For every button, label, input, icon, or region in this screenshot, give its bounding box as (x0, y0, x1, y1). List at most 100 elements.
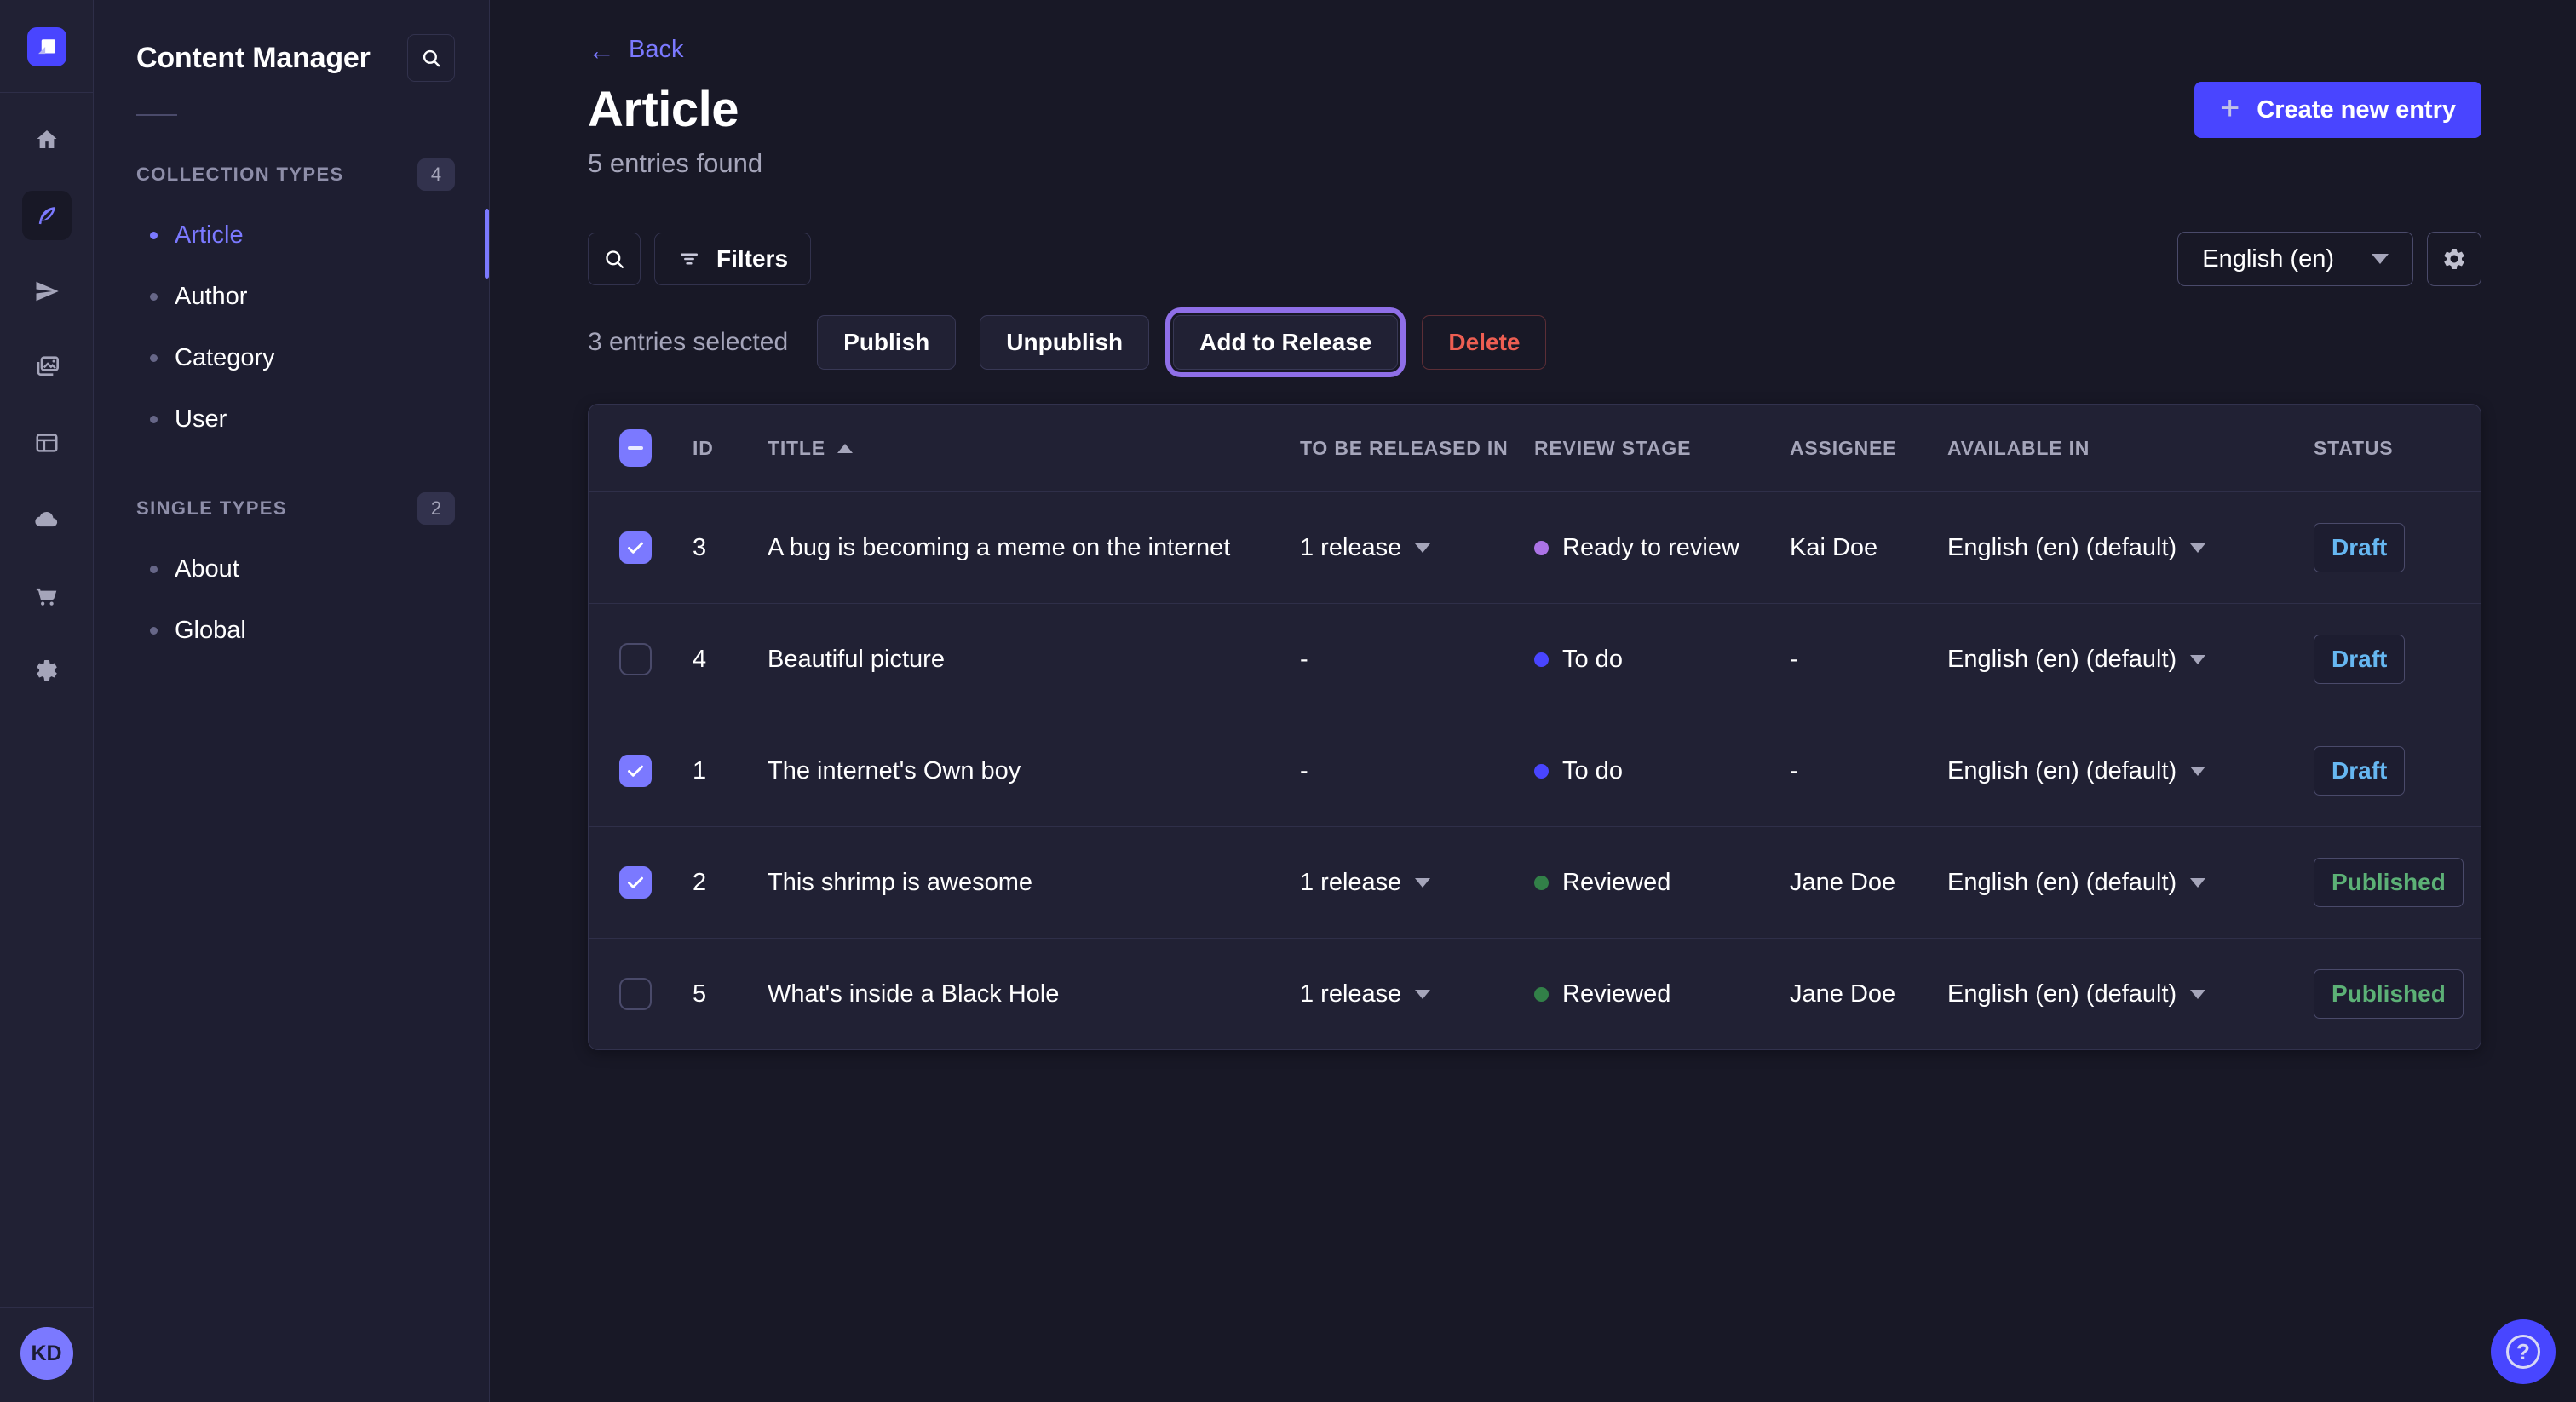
column-header-review[interactable]: Review stage (1534, 437, 1790, 460)
content-type-builder-icon[interactable] (22, 418, 72, 468)
view-settings-button[interactable] (2427, 232, 2481, 286)
status-badge: Published (2314, 969, 2464, 1019)
row-checkbox[interactable] (619, 643, 652, 675)
row-checkbox[interactable] (619, 755, 652, 787)
search-button[interactable] (588, 233, 641, 285)
logo-container (0, 0, 93, 93)
filters-label: Filters (716, 245, 788, 273)
section-count-badge: 2 (417, 492, 455, 525)
review-stage-dot (1534, 764, 1549, 779)
cell-release: - (1300, 646, 1534, 674)
nav-item-label: Author (175, 283, 247, 311)
review-stage-dot (1534, 541, 1549, 555)
selected-count-text: 3 entries selected (588, 328, 788, 357)
delete-button[interactable]: Delete (1422, 315, 1546, 370)
sidebar-item-author[interactable]: Author (94, 266, 489, 327)
question-mark-icon: ? (2506, 1335, 2540, 1369)
arrow-left-icon: ← (588, 37, 615, 64)
cell-title: What's inside a Black Hole (768, 980, 1300, 1008)
table-row[interactable]: 4 Beautiful picture - To do - English (e… (589, 603, 2481, 715)
cell-review-stage: Ready to review (1534, 534, 1790, 562)
table-row[interactable]: 5 What's inside a Black Hole 1 release R… (589, 938, 2481, 1049)
rail-footer: KD (0, 1307, 93, 1402)
column-header-title[interactable]: Title (768, 437, 1300, 460)
back-link[interactable]: ← Back (588, 36, 683, 64)
search-icon (602, 247, 626, 271)
row-checkbox[interactable] (619, 531, 652, 564)
strapi-logo-glyph (34, 34, 60, 60)
add-to-release-button[interactable]: Add to Release (1173, 315, 1398, 370)
single-types-section: Single Types 2 About Global (94, 492, 489, 661)
chevron-down-icon (1415, 990, 1430, 999)
chevron-down-icon (2190, 543, 2205, 553)
locale-select[interactable]: English (en) (2177, 232, 2413, 286)
cell-available-in[interactable]: English (en) (default) (1947, 869, 2314, 897)
cell-title: Beautiful picture (768, 646, 1300, 674)
cell-available-in[interactable]: English (en) (default) (1947, 757, 2314, 785)
cell-title: This shrimp is awesome (768, 869, 1300, 897)
column-header-available[interactable]: Available in (1947, 437, 2314, 460)
sidebar-item-article[interactable]: Article (94, 204, 489, 266)
cell-title: A bug is becoming a meme on the internet (768, 534, 1300, 562)
cell-id: 4 (693, 646, 768, 674)
review-stage-dot (1534, 652, 1549, 667)
sidebar-item-global[interactable]: Global (94, 600, 489, 661)
cell-release[interactable]: 1 release (1300, 980, 1534, 1008)
sidebar-item-category[interactable]: Category (94, 327, 489, 388)
rail-icon-list (22, 93, 72, 695)
toolbar: Filters English (en) (588, 232, 2481, 286)
column-header-status[interactable]: Status (2314, 437, 2450, 460)
create-button-label: Create new entry (2257, 96, 2456, 124)
collection-types-section: Collection Types 4 Article Author Catego… (94, 158, 489, 450)
sidebar-item-about[interactable]: About (94, 538, 489, 600)
settings-gear-icon[interactable] (22, 646, 72, 695)
cell-assignee: - (1790, 646, 1947, 674)
table-row[interactable]: 1 The internet's Own boy - To do - Engli… (589, 715, 2481, 826)
deploy-cloud-icon[interactable] (22, 494, 72, 543)
cell-id: 5 (693, 980, 768, 1008)
home-icon[interactable] (22, 115, 72, 164)
strapi-logo[interactable] (27, 27, 66, 66)
create-new-entry-button[interactable]: + Create new entry (2194, 82, 2481, 138)
row-checkbox[interactable] (619, 866, 652, 899)
cell-available-in[interactable]: English (en) (default) (1947, 646, 2314, 674)
cell-release[interactable]: 1 release (1300, 534, 1534, 562)
nav-item-label: Category (175, 344, 275, 372)
scroll-indicator[interactable] (485, 209, 489, 279)
check-icon (624, 760, 647, 782)
cell-available-in[interactable]: English (en) (default) (1947, 980, 2314, 1008)
status-badge: Draft (2314, 523, 2405, 572)
releases-icon[interactable] (22, 267, 72, 316)
bullet-icon (150, 627, 158, 635)
bullet-icon (150, 566, 158, 573)
subnav-search-button[interactable] (407, 34, 455, 82)
content-manager-subnav: Content Manager Collection Types 4 Artic… (94, 0, 490, 1402)
chevron-down-icon (1415, 543, 1430, 553)
marketplace-cart-icon[interactable] (22, 570, 72, 619)
table-row[interactable]: 3 A bug is becoming a meme on the intern… (589, 491, 2481, 603)
column-header-release[interactable]: To be released in (1300, 437, 1534, 460)
column-header-assignee[interactable]: Assignee (1790, 437, 1947, 460)
cell-available-in[interactable]: English (en) (default) (1947, 534, 2314, 562)
filters-button[interactable]: Filters (654, 233, 811, 285)
cell-release[interactable]: 1 release (1300, 869, 1534, 897)
help-button[interactable]: ? (2491, 1319, 2556, 1384)
select-all-checkbox[interactable] (619, 429, 652, 467)
row-checkbox[interactable] (619, 978, 652, 1010)
cell-review-stage: Reviewed (1534, 980, 1790, 1008)
status-badge: Draft (2314, 635, 2405, 684)
unpublish-button[interactable]: Unpublish (980, 315, 1149, 370)
column-header-id[interactable]: ID (693, 437, 768, 460)
user-avatar[interactable]: KD (20, 1327, 73, 1380)
cell-review-stage: Reviewed (1534, 869, 1790, 897)
content-manager-icon[interactable] (22, 191, 72, 240)
sidebar-item-user[interactable]: User (94, 388, 489, 450)
check-icon (624, 537, 647, 559)
nav-item-label: Global (175, 617, 246, 645)
gear-icon (2441, 246, 2467, 272)
table-row[interactable]: 2 This shrimp is awesome 1 release Revie… (589, 826, 2481, 938)
publish-button[interactable]: Publish (817, 315, 956, 370)
media-library-icon[interactable] (22, 342, 72, 392)
bullet-icon (150, 416, 158, 423)
review-stage-dot (1534, 876, 1549, 890)
